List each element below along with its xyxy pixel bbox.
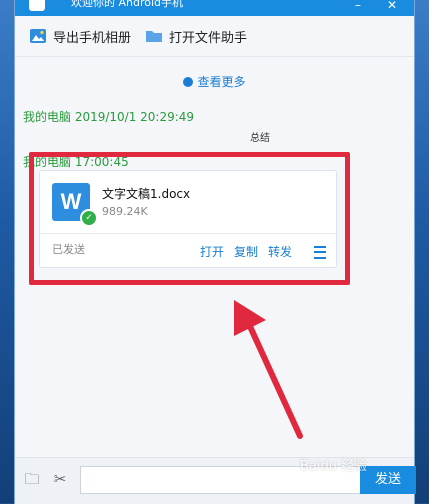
watermark: Baidu 经验 — [300, 459, 368, 474]
pointer-arrow — [234, 300, 303, 439]
